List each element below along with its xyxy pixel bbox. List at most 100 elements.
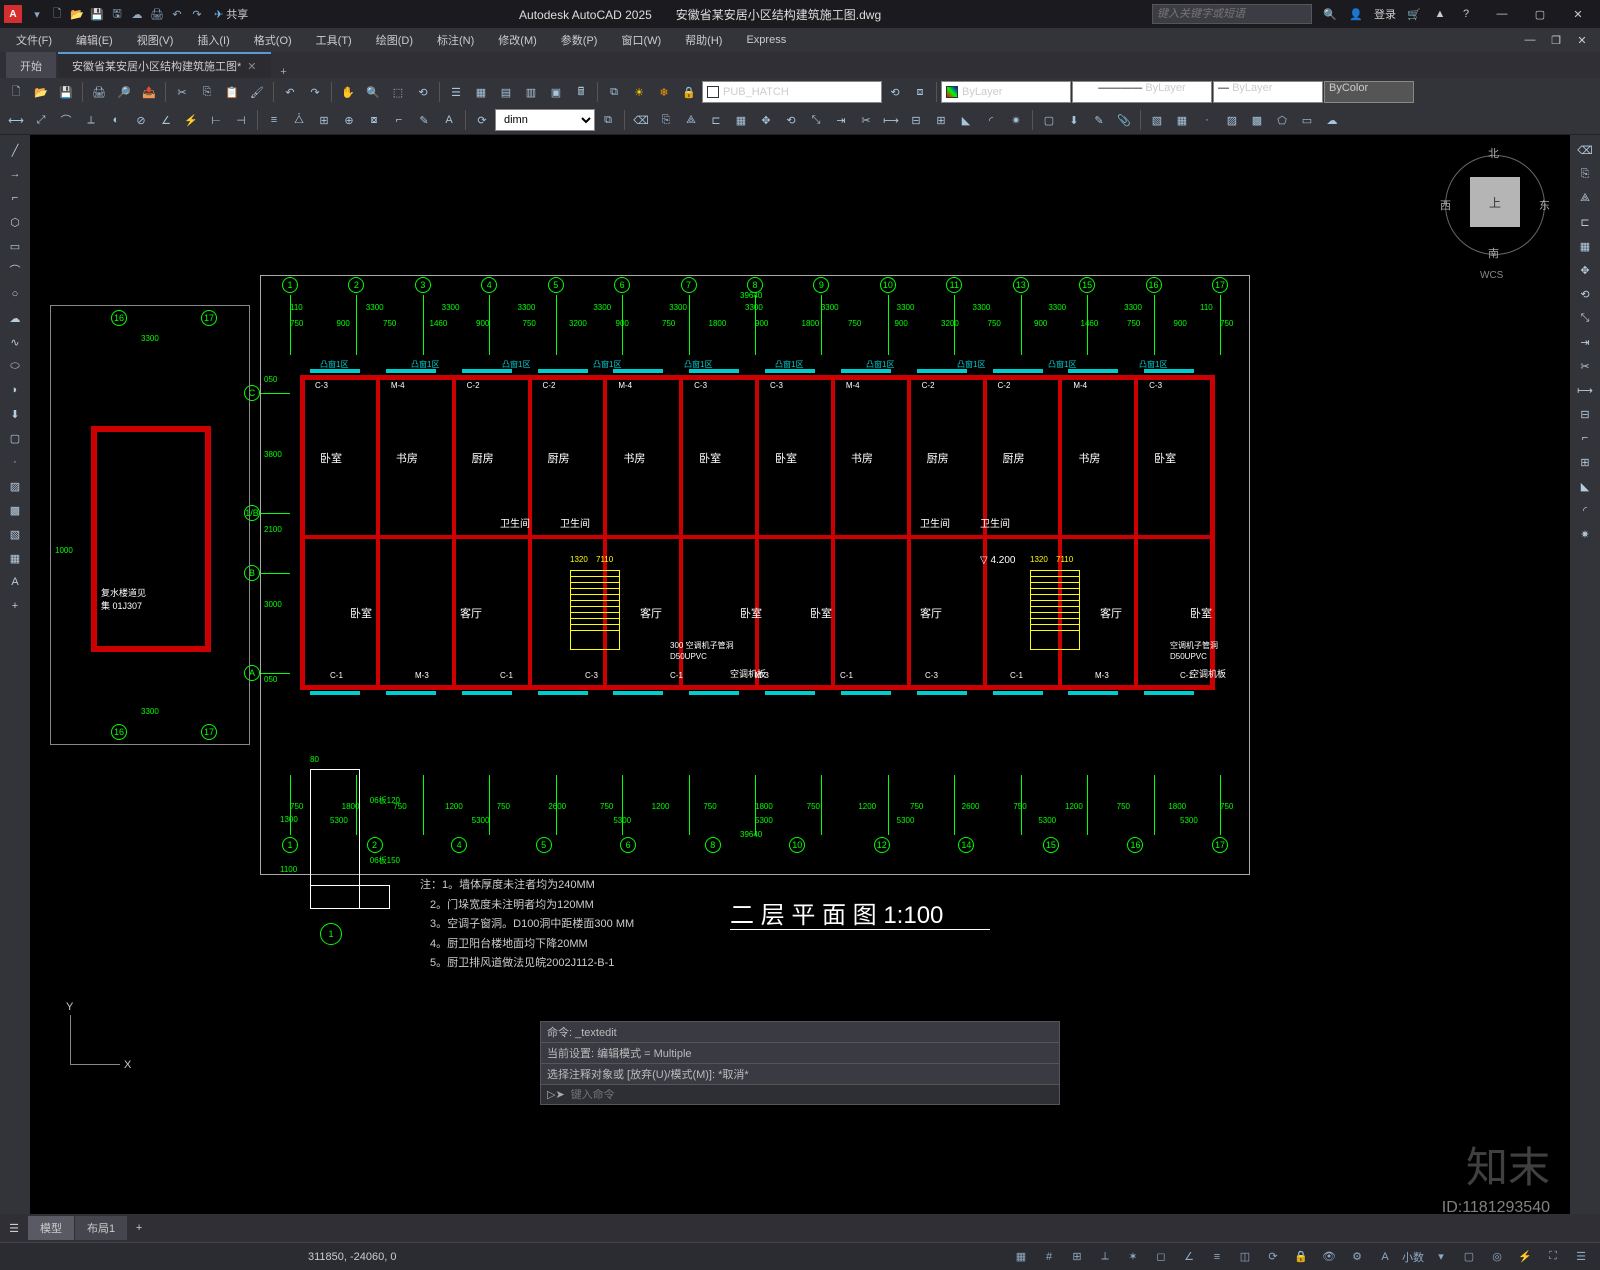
isolate-icon[interactable]: ◎ bbox=[1486, 1246, 1508, 1268]
ray-tool-icon[interactable]: → bbox=[3, 163, 27, 185]
rt-array-icon[interactable]: ▦ bbox=[1573, 235, 1597, 257]
otrack-icon[interactable]: ∠ bbox=[1178, 1246, 1200, 1268]
save-icon[interactable]: 💾 bbox=[88, 5, 106, 23]
insert-icon[interactable]: ⬇ bbox=[1062, 108, 1086, 132]
layer-freeze-icon[interactable]: ❄ bbox=[652, 80, 676, 104]
annot-vis-icon[interactable]: 👁 bbox=[1318, 1246, 1340, 1268]
autodesk-icon[interactable]: ▲ bbox=[1432, 6, 1448, 22]
spline-tool-icon[interactable]: ∿ bbox=[3, 331, 27, 353]
rt-explode-icon[interactable]: ✷ bbox=[1573, 523, 1597, 545]
menu-tools[interactable]: 工具(T) bbox=[306, 30, 362, 50]
layout-add-button[interactable]: + bbox=[128, 1222, 150, 1234]
share-button[interactable]: ✈ 共享 bbox=[214, 6, 248, 22]
open-file-icon[interactable]: 📂 bbox=[29, 80, 53, 104]
rt-rotate-icon[interactable]: ⟲ bbox=[1573, 283, 1597, 305]
table-tool-icon[interactable]: ▦ bbox=[3, 547, 27, 569]
gradient-tool-icon[interactable]: ▩ bbox=[3, 499, 27, 521]
web-open-icon[interactable]: ☁ bbox=[128, 5, 146, 23]
hatch-icon[interactable]: ▨ bbox=[1220, 108, 1244, 132]
minimize-button[interactable]: — bbox=[1484, 2, 1520, 26]
redo-icon[interactable]: ↷ bbox=[188, 5, 206, 23]
sheet-icon[interactable]: ▥ bbox=[519, 80, 543, 104]
dim-space-icon[interactable]: ≡ bbox=[262, 108, 286, 132]
menu-file[interactable]: 文件(F) bbox=[6, 30, 62, 50]
doc-restore-button[interactable]: ❐ bbox=[1544, 30, 1568, 50]
rt-breakpt-icon[interactable]: ⊟ bbox=[1573, 403, 1597, 425]
layer-lock-icon[interactable]: 🔒 bbox=[677, 80, 701, 104]
dim-update-icon[interactable]: ⟳ bbox=[470, 108, 494, 132]
snap-icon[interactable]: ⊞ bbox=[1066, 1246, 1088, 1268]
preview-icon[interactable]: 🔎 bbox=[112, 80, 136, 104]
undo-icon[interactable]: ↶ bbox=[168, 5, 186, 23]
tab-start[interactable]: 开始 bbox=[6, 52, 56, 78]
line-tool-icon[interactable]: ╱ bbox=[3, 139, 27, 161]
dimstyle-dropdown[interactable]: dimn bbox=[495, 109, 595, 131]
point-tool-icon[interactable]: · bbox=[3, 451, 27, 473]
dimstyle-icon[interactable]: ⧉ bbox=[596, 108, 620, 132]
tpalette-icon[interactable]: ▤ bbox=[494, 80, 518, 104]
trim-icon[interactable]: ✂ bbox=[854, 108, 878, 132]
tolerance-icon[interactable]: ⊞ bbox=[312, 108, 336, 132]
menu-help[interactable]: 帮助(H) bbox=[675, 30, 732, 50]
ellipsearc-tool-icon[interactable]: ◗ bbox=[3, 379, 27, 401]
rt-extend-icon[interactable]: ⟼ bbox=[1573, 379, 1597, 401]
menu-window[interactable]: 窗口(W) bbox=[611, 30, 671, 50]
zoom-icon[interactable]: 🔍 bbox=[361, 80, 385, 104]
bedit-icon[interactable]: ✎ bbox=[1087, 108, 1111, 132]
clean-icon[interactable]: ▢ bbox=[1458, 1246, 1480, 1268]
rt-join-icon[interactable]: ⊞ bbox=[1573, 451, 1597, 473]
copy2-icon[interactable]: ⎘ bbox=[654, 108, 678, 132]
fillet-icon[interactable]: ◜ bbox=[979, 108, 1003, 132]
menu-param[interactable]: 参数(P) bbox=[551, 30, 608, 50]
layer-state-icon[interactable]: ☀ bbox=[627, 80, 651, 104]
paste-icon[interactable]: 📋 bbox=[220, 80, 244, 104]
tab-add-button[interactable]: + bbox=[273, 66, 295, 78]
customize-icon[interactable]: ▾ bbox=[1430, 1246, 1452, 1268]
center-icon[interactable]: ⊕ bbox=[337, 108, 361, 132]
menu-edit[interactable]: 编辑(E) bbox=[66, 30, 123, 50]
arc-tool-icon[interactable]: ⌒ bbox=[3, 259, 27, 281]
rt-mirror-icon[interactable]: ⟁ bbox=[1573, 187, 1597, 209]
hatch-tool-icon[interactable]: ▨ bbox=[3, 475, 27, 497]
units-label[interactable]: 小数 bbox=[1402, 1246, 1424, 1268]
dim-ord-icon[interactable]: ⟂ bbox=[79, 108, 103, 132]
rt-move-icon[interactable]: ✥ bbox=[1573, 259, 1597, 281]
region-icon[interactable]: ▧ bbox=[1145, 108, 1169, 132]
pan-icon[interactable]: ✋ bbox=[336, 80, 360, 104]
qcalc-icon[interactable]: 🖩 bbox=[569, 80, 593, 104]
jog-icon[interactable]: ⌐ bbox=[387, 108, 411, 132]
tab-document[interactable]: 安徽省某安居小区结构建筑施工图*✕ bbox=[58, 52, 271, 78]
transparency-icon[interactable]: ◫ bbox=[1234, 1246, 1256, 1268]
dcenter-icon[interactable]: ▦ bbox=[469, 80, 493, 104]
rt-trim-icon[interactable]: ✂ bbox=[1573, 355, 1597, 377]
maximize-button[interactable]: ▢ bbox=[1522, 2, 1558, 26]
menu-express[interactable]: Express bbox=[736, 32, 796, 48]
circle-tool-icon[interactable]: ○ bbox=[3, 283, 27, 305]
menu-format[interactable]: 格式(O) bbox=[244, 30, 302, 50]
command-line[interactable]: 命令: _textedit 当前设置: 编辑模式 = Multiple 选择注释… bbox=[540, 1021, 1060, 1105]
dim-arc-icon[interactable]: ⌒ bbox=[54, 108, 78, 132]
mtext-tool-icon[interactable]: A bbox=[3, 571, 27, 593]
copy-icon[interactable]: ⎘ bbox=[195, 80, 219, 104]
cart-icon[interactable]: 🛒 bbox=[1406, 6, 1422, 22]
polygon-tool-icon[interactable]: ⬡ bbox=[3, 211, 27, 233]
layer-dropdown[interactable]: PUB_HATCH bbox=[702, 81, 882, 103]
point-icon[interactable]: · bbox=[1195, 108, 1219, 132]
dim-tedit-icon[interactable]: A bbox=[437, 108, 461, 132]
block-icon[interactable]: ▢ bbox=[1037, 108, 1061, 132]
dim-diam-icon[interactable]: ⊘ bbox=[129, 108, 153, 132]
cycling-icon[interactable]: ⟳ bbox=[1262, 1246, 1284, 1268]
menu-view[interactable]: 视图(V) bbox=[127, 30, 184, 50]
rotate-icon[interactable]: ⟲ bbox=[779, 108, 803, 132]
app-logo[interactable]: A bbox=[4, 5, 22, 23]
annotation-icon[interactable]: A bbox=[1374, 1246, 1396, 1268]
linetype-dropdown[interactable]: ———— ByLayer bbox=[1072, 81, 1212, 103]
rect-tool-icon[interactable]: ▭ bbox=[3, 235, 27, 257]
zoom-prev-icon[interactable]: ⟲ bbox=[411, 80, 435, 104]
rt-stretch-icon[interactable]: ⇥ bbox=[1573, 331, 1597, 353]
boundary-icon[interactable]: ⬠ bbox=[1270, 108, 1294, 132]
drawing-canvas[interactable]: 上 北 南 东 西 WCS 12345678910111315161712456… bbox=[30, 135, 1570, 1235]
plotstyle-dropdown[interactable]: ByColor bbox=[1324, 81, 1414, 103]
join-icon[interactable]: ⊞ bbox=[929, 108, 953, 132]
move-icon[interactable]: ✥ bbox=[754, 108, 778, 132]
